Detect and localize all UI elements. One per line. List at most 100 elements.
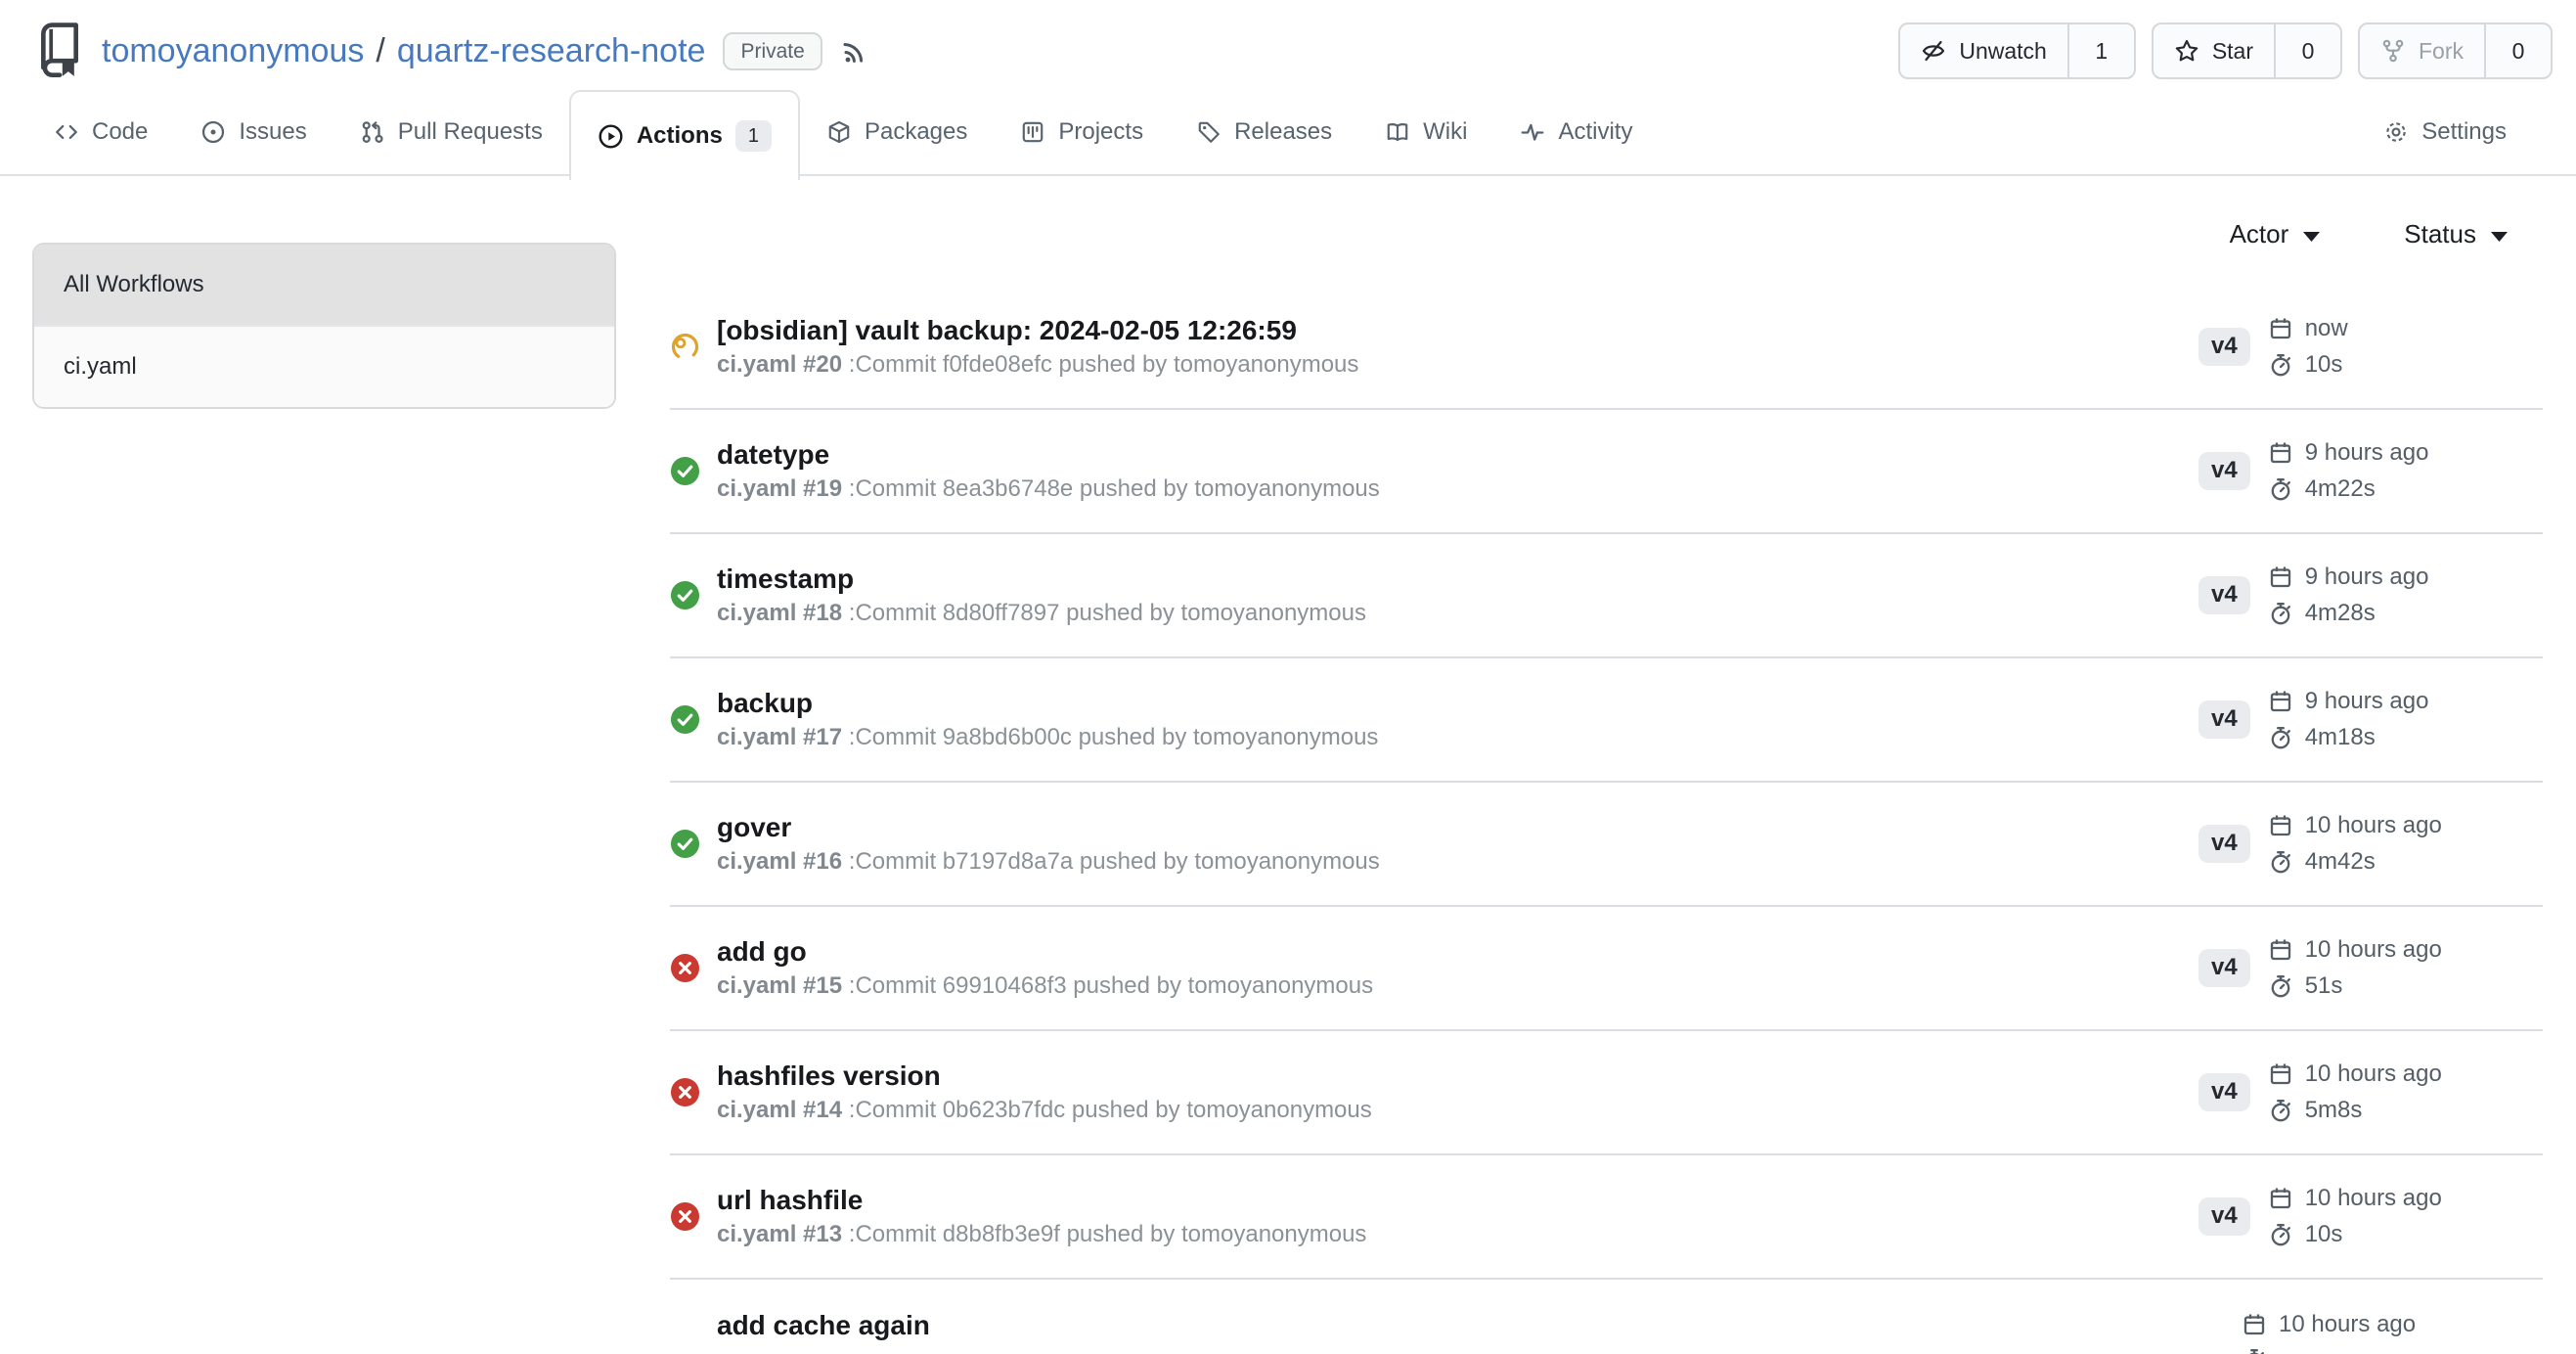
workflow-run-row[interactable]: goverci.yaml #16 :Commit b7197d8a7a push… bbox=[670, 783, 2543, 907]
stopwatch-icon bbox=[2268, 476, 2293, 502]
star-count[interactable]: 0 bbox=[2274, 24, 2340, 77]
tab-wiki[interactable]: Wiki bbox=[1358, 90, 1493, 174]
fork-count[interactable]: 0 bbox=[2484, 24, 2551, 77]
run-duration bbox=[2242, 1347, 2416, 1354]
sidebar-item-ci-yaml[interactable]: ci.yaml bbox=[34, 325, 614, 407]
rss-feed-icon[interactable] bbox=[840, 36, 869, 66]
workflow-run-row[interactable]: [obsidian] vault backup: 2024-02-05 12:2… bbox=[670, 286, 2543, 410]
fork-button[interactable]: Fork 0 bbox=[2358, 23, 2553, 79]
tab-label: Packages bbox=[865, 118, 967, 146]
tab-label: Issues bbox=[239, 118, 306, 146]
workflow-run-row[interactable]: hashfiles versionci.yaml #14 :Commit 0b6… bbox=[670, 1031, 2543, 1155]
run-start-time: 9 hours ago bbox=[2268, 564, 2429, 591]
failure-x-icon bbox=[670, 953, 700, 983]
run-duration: 4m28s bbox=[2268, 600, 2429, 627]
tab-counter-badge: 1 bbox=[735, 120, 772, 152]
run-meta: v410 hours ago51s bbox=[2198, 936, 2543, 1000]
run-meta: v4now10s bbox=[2198, 315, 2543, 379]
tab-label: Pull Requests bbox=[398, 118, 543, 146]
run-duration: 51s bbox=[2268, 972, 2442, 1000]
run-text: datetypeci.yaml #19 :Commit 8ea3b6748e p… bbox=[717, 438, 1380, 505]
code-icon bbox=[54, 119, 79, 145]
unwatch-button[interactable]: Unwatch 1 bbox=[1898, 23, 2135, 79]
run-text: backup ci.yaml #17 :Commit 9a8bd6b00c pus… bbox=[717, 687, 1378, 753]
repo-header: tomoyanonymous / quartz-research-note Pr… bbox=[0, 0, 2576, 90]
run-title-link[interactable]: add go bbox=[717, 935, 1373, 969]
calendar-icon bbox=[2268, 316, 2293, 341]
run-text: url hashfileci.yaml #13 :Commit d8b8fb3e… bbox=[717, 1184, 1366, 1250]
run-workflow-ref: ci.yaml #14 bbox=[717, 1097, 842, 1123]
run-meta: v4 9 hours ago 4m28s bbox=[2198, 564, 2543, 627]
run-subtitle: ci.yaml #17 :Commit 9a8bd6b00c pushed by… bbox=[717, 724, 1378, 752]
tab-issues[interactable]: Issues bbox=[174, 90, 333, 174]
runner-version-badge: v4 bbox=[2198, 1073, 2250, 1110]
run-title-link[interactable]: url hashfile bbox=[717, 1184, 1366, 1217]
tab-label: Code bbox=[92, 118, 148, 146]
tab-code[interactable]: Code bbox=[27, 90, 174, 174]
tab-activity[interactable]: Activity bbox=[1493, 90, 1659, 174]
tab-pull-requests[interactable]: Pull Requests bbox=[333, 90, 569, 174]
run-title-link[interactable]: add cache again bbox=[717, 1309, 930, 1342]
star-button[interactable]: Star0 bbox=[2152, 23, 2342, 79]
workflow-run-row[interactable]: timestamp ci.yaml #18 :Commit 8d80ff7897 … bbox=[670, 534, 2543, 658]
success-check-icon bbox=[670, 456, 700, 486]
run-filters: Actor Status bbox=[670, 219, 2543, 249]
status-filter-dropdown[interactable]: Status bbox=[2404, 219, 2508, 249]
chevron-down-icon bbox=[2303, 232, 2320, 242]
run-title-link[interactable]: gover bbox=[717, 811, 1380, 844]
workflow-run-row[interactable]: url hashfileci.yaml #13 :Commit d8b8fb3e… bbox=[670, 1155, 2543, 1280]
button-label: Unwatch bbox=[1959, 38, 2046, 65]
run-subtitle: ci.yaml #20 :Commit f0fde08efc pushed by… bbox=[717, 351, 1358, 380]
runner-version-badge: v4 bbox=[2198, 700, 2250, 738]
issue-opened-icon bbox=[200, 119, 226, 145]
workflow-run-row[interactable]: add go ci.yaml #15 :Commit 69910468f3 pus… bbox=[670, 907, 2543, 1031]
unwatch-count[interactable]: 1 bbox=[2067, 24, 2134, 77]
workflow-run-row[interactable]: add cache again 10 hours ago bbox=[670, 1280, 2543, 1354]
calendar-icon bbox=[2268, 813, 2293, 838]
repo-name-link[interactable]: quartz-research-note bbox=[397, 32, 706, 70]
calendar-icon bbox=[2268, 937, 2293, 963]
workflow-run-row[interactable]: datetypeci.yaml #19 :Commit 8ea3b6748e p… bbox=[670, 410, 2543, 534]
run-duration: 4m22s bbox=[2268, 475, 2429, 503]
tab-settings[interactable]: Settings bbox=[2357, 90, 2533, 174]
run-title-link[interactable]: [obsidian] vault backup: 2024-02-05 12:2… bbox=[717, 314, 1358, 347]
run-title-link[interactable]: timestamp bbox=[717, 563, 1366, 596]
actor-filter-label: Actor bbox=[2230, 219, 2289, 249]
calendar-icon bbox=[2268, 564, 2293, 590]
success-check-icon bbox=[670, 704, 700, 735]
run-workflow-ref: ci.yaml #19 bbox=[717, 475, 842, 502]
eye-closed-icon bbox=[1921, 38, 1946, 64]
repo-book-icon bbox=[35, 23, 84, 79]
run-commit-description: :Commit f0fde08efc pushed by tomoyanonym… bbox=[849, 351, 1359, 378]
run-duration: 5m8s bbox=[2268, 1097, 2442, 1124]
workflow-run-list: [obsidian] vault backup: 2024-02-05 12:2… bbox=[670, 286, 2543, 1354]
run-subtitle: ci.yaml #15 :Commit 69910468f3 pushed by… bbox=[717, 972, 1373, 1001]
run-subtitle: ci.yaml #18 :Commit 8d80ff7897 pushed by… bbox=[717, 600, 1366, 628]
repo-owner-link[interactable]: tomoyanonymous bbox=[102, 32, 364, 70]
runner-version-badge: v4 bbox=[2198, 576, 2250, 613]
tab-projects[interactable]: Projects bbox=[994, 90, 1170, 174]
actor-filter-dropdown[interactable]: Actor bbox=[2230, 219, 2321, 249]
chevron-down-icon bbox=[2491, 232, 2508, 242]
run-title-link[interactable]: datetype bbox=[717, 438, 1380, 472]
calendar-icon bbox=[2242, 1312, 2267, 1337]
tab-releases[interactable]: Releases bbox=[1170, 90, 1358, 174]
success-check-icon bbox=[670, 829, 700, 859]
status-filter-label: Status bbox=[2404, 219, 2476, 249]
button-label: Fork bbox=[2419, 38, 2464, 65]
run-meta: v410 hours ago5m8s bbox=[2198, 1061, 2543, 1124]
tab-label: Wiki bbox=[1423, 118, 1467, 146]
sidebar-item-all-workflows[interactable]: All Workflows bbox=[34, 245, 614, 325]
run-commit-description: :Commit 8d80ff7897 pushed by tomoyanonym… bbox=[849, 600, 1366, 626]
workflow-run-row[interactable]: backup ci.yaml #17 :Commit 9a8bd6b00c pus… bbox=[670, 658, 2543, 783]
run-title-link[interactable]: hashfiles version bbox=[717, 1060, 1372, 1093]
run-commit-description: :Commit 69910468f3 pushed by tomoyanonym… bbox=[849, 972, 1373, 999]
tab-actions[interactable]: Actions1 bbox=[569, 90, 800, 180]
book-icon bbox=[1385, 119, 1410, 145]
tab-packages[interactable]: Packages bbox=[800, 90, 994, 174]
run-commit-description: :Commit b7197d8a7a pushed by tomoyanonym… bbox=[849, 848, 1380, 875]
tab-label: Activity bbox=[1558, 118, 1632, 146]
stopwatch-icon bbox=[2268, 849, 2293, 875]
run-title-link[interactable]: backup bbox=[717, 687, 1378, 720]
runner-version-badge: v4 bbox=[2198, 452, 2250, 489]
